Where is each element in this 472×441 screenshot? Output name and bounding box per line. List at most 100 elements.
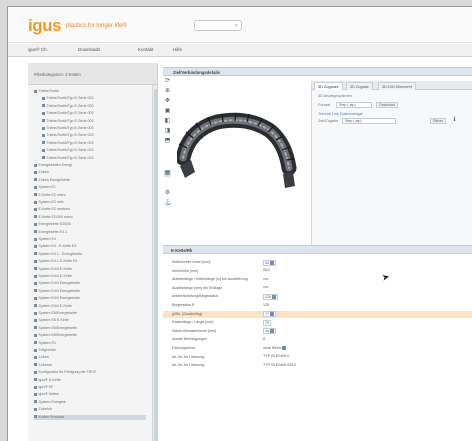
tree-item[interactable]: System Energiek	[34, 400, 146, 405]
property-value: xxx	[263, 277, 268, 283]
tree-item[interactable]: System E4.1 - Energiekette	[34, 252, 146, 257]
menu-item-igus[interactable]: igus® Ch.	[28, 47, 48, 52]
folder-icon	[34, 318, 37, 322]
folder-icon	[42, 119, 45, 123]
property-value[interactable]: 44	[263, 259, 276, 266]
tree-item[interactable]: System E4/4 E-Kette	[34, 304, 146, 309]
sidebar-scroll-thumb[interactable]	[154, 89, 157, 441]
tree-item[interactable]: Triebe/Sortik/Typ E-Serie 003	[42, 141, 146, 146]
tree-item[interactable]: Zubehör	[34, 407, 146, 412]
dropdown-arrow-icon[interactable]	[270, 312, 274, 317]
menu-item-hilfe[interactable]: Hilfe	[173, 47, 182, 52]
tutorial-link[interactable]: Tutorial-Link	[318, 112, 339, 116]
tree-item[interactable]: Triebe/Sortik/Typ E-Serie 003	[42, 148, 146, 153]
tree-item[interactable]: Trägerrolle	[34, 348, 146, 353]
selected-view-icon[interactable]: ▦	[164, 170, 171, 177]
tree-item[interactable]: Energiekette E4.1	[34, 230, 146, 235]
tree-item[interactable]: System E6/Energiekette	[34, 333, 146, 338]
tree-item[interactable]: Zubeh	[34, 170, 146, 175]
tree-item[interactable]: igus® KF	[34, 385, 146, 390]
menu-item-kontakt[interactable]: Kontakt	[138, 47, 153, 52]
tree-item[interactable]: Energiekette E2/000	[34, 222, 146, 227]
browser-frame: igus plastics for longer life® ⌕ igus® C…	[7, 6, 472, 441]
dropdown-arrow-icon[interactable]	[270, 260, 274, 265]
tree-item[interactable]: System E6 E-Kette	[34, 318, 146, 323]
dropdown-arrow-icon[interactable]	[282, 345, 287, 350]
tab-3d-din-uebersicht[interactable]: 3D-DIN Übersicht	[378, 82, 416, 90]
tree-item[interactable]: Konfigurator für Fertigung der TRCF	[34, 370, 146, 375]
zoom-icon[interactable]: ⊕	[164, 88, 171, 95]
tree-item[interactable]: igus® Ketten	[34, 392, 146, 397]
tree-item[interactable]: System E6/Energiekette	[34, 311, 146, 316]
folder-icon	[34, 89, 37, 93]
tree-item[interactable]: System E2 mini	[34, 200, 146, 205]
tree-item[interactable]: Triebe/Sortik/Typ E-Serie 003	[42, 133, 146, 138]
tree-item[interactable]: System E4/4 Energiekette	[34, 289, 146, 294]
options-section-label: 3D Anzeigeoptionen	[318, 94, 352, 98]
download-button[interactable]: Download	[376, 102, 398, 108]
format-select[interactable]: Step (.stp)	[336, 102, 372, 108]
sidebar-scrollbar[interactable]	[152, 85, 157, 441]
side-view-icon[interactable]: ◨	[164, 128, 171, 135]
open-button[interactable]: Öffnen	[430, 118, 446, 124]
fit-icon[interactable]: ▣	[164, 108, 171, 115]
tree-item[interactable]: System E4/4 Energiekette	[34, 281, 146, 286]
tree-item[interactable]: Triebe/Sortik/Typ E-Serie 003	[42, 96, 146, 101]
tab-3d-zuganze[interactable]: 3D Zuganze	[314, 82, 343, 90]
property-value[interactable]: ??	[263, 311, 276, 318]
property-value[interactable]: Ja	[263, 328, 276, 335]
view-select[interactable]: Step (.stp)	[342, 118, 396, 124]
tree-item[interactable]: Triebe/Sortik/Typ E-Serie 003	[42, 111, 146, 116]
properties-header: E-Kette/Rk	[163, 245, 472, 254]
tree-item[interactable]: Zubeh Energiekette	[34, 178, 146, 183]
tree-item[interactable]: Triebe/Sortik/Typ E-Serie 003	[42, 156, 146, 161]
tree-item[interactable]: Zubehör	[34, 363, 146, 368]
tree-item[interactable]: Triebe/Sortik/Typ E-Serie 003	[42, 119, 146, 124]
search-icon[interactable]: ⌕	[235, 23, 238, 30]
tree-item[interactable]: E-Kette E2/000 micro	[34, 215, 146, 220]
pan-icon[interactable]: ✥	[164, 98, 171, 105]
tree-item[interactable]: System E4/4 Energiekette	[34, 296, 146, 301]
tree-item[interactable]: System E4 - E-Kette E4	[34, 244, 146, 249]
tab-3d-zugabe[interactable]: 3D Zugabe	[346, 82, 373, 90]
property-value[interactable]: ohne Rinne	[263, 345, 287, 352]
tree-item[interactable]: E-Kette E2 medium	[34, 207, 146, 212]
dropdown-arrow-icon[interactable]	[269, 329, 274, 334]
property-value-text: TYP 03.E0x05.005.0	[263, 362, 297, 367]
menu-item-downloads[interactable]: Downloads	[78, 47, 100, 52]
property-value[interactable]: 125	[263, 293, 278, 300]
front-view-icon[interactable]: ◧	[164, 118, 171, 125]
igus-logo[interactable]: igus	[28, 16, 61, 36]
property-label: Anlieferlänge / Kettenlänge [m] bei Ausl…	[172, 277, 248, 282]
tree-item[interactable]: System R1	[34, 341, 146, 346]
tree-item-label: E-Kette E2/000 micro	[38, 214, 73, 219]
tree-item[interactable]: System E4/4 E-Kette	[34, 274, 146, 279]
top-view-icon[interactable]: ⬒	[164, 138, 171, 145]
tree-item[interactable]: Triebe/Sortik/Typ E-Serie 003	[42, 126, 146, 131]
rotate-icon[interactable]: ⟳	[164, 78, 171, 85]
info-icon[interactable]: ℹ	[451, 117, 458, 124]
template-link[interactable]: Datenvorlage	[340, 112, 363, 116]
tree-item[interactable]: System E4.1 E-Kette E4	[34, 259, 146, 264]
tree-item[interactable]: Triebe/Sortik	[34, 89, 146, 94]
property-value[interactable]: 70	[263, 319, 271, 326]
tree-item[interactable]: System E1	[34, 185, 146, 190]
cable-chain-3d-model[interactable]	[177, 90, 297, 200]
tree-item[interactable]: System E4	[34, 237, 146, 242]
tree-item[interactable]: System E6/Energiekette	[34, 326, 146, 331]
folder-icon	[34, 200, 37, 204]
tree-item[interactable]: System E4/4 E-Kette	[34, 267, 146, 272]
folder-icon	[34, 230, 37, 234]
tree-item[interactable]: Energieketten Energi	[34, 163, 146, 168]
tree-item[interactable]: E-Kette E2 micro	[34, 193, 146, 198]
tree-item-label: Konfigurator für Fertigung der TRCF	[38, 370, 97, 375]
tree-item[interactable]: Zubeh	[34, 355, 146, 360]
tree-item-label: System E4/4 E-Kette	[38, 274, 72, 278]
tree-item[interactable]: Ketten Produkte	[34, 414, 146, 420]
dropdown-arrow-icon[interactable]	[272, 294, 276, 299]
tree-item[interactable]: igus® E-Kette	[34, 378, 146, 383]
tree-item[interactable]: Triebe/Sortik/Typ E-Serie 003	[42, 104, 146, 109]
search-input[interactable]: ⌕	[194, 20, 242, 31]
section-icon[interactable]: ⚓	[164, 200, 171, 207]
measure-icon[interactable]: ⚙	[164, 190, 171, 197]
